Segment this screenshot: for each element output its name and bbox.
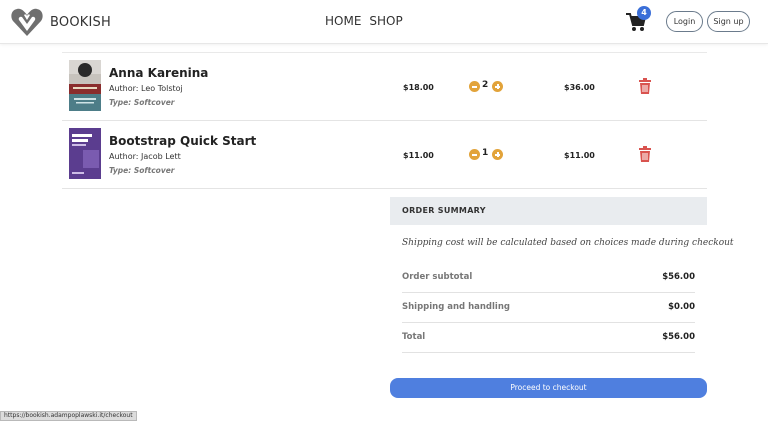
item-type: Type: Softcover xyxy=(109,166,175,175)
shipping-row: Shipping and handling $0.00 xyxy=(402,293,695,323)
main-nav: HOME SHOP xyxy=(325,14,403,28)
plus-circle-icon[interactable] xyxy=(492,81,503,92)
summary-value: $56.00 xyxy=(662,272,695,282)
top-navbar: BOOKISH HOME SHOP xyxy=(0,0,768,44)
shipping-note: Shipping cost will be calculated based o… xyxy=(402,238,734,248)
item-price: $11.00 xyxy=(403,151,434,160)
item-title[interactable]: Anna Karenina xyxy=(109,66,208,80)
plus-circle-icon[interactable] xyxy=(492,149,503,160)
login-button[interactable]: Login xyxy=(666,11,703,32)
cart-count-badge: 4 xyxy=(637,6,651,20)
trash-icon[interactable] xyxy=(638,146,652,162)
status-bar-url: https://bookish.adampoplawski.it/checkou… xyxy=(0,411,137,421)
minus-circle-icon[interactable] xyxy=(469,81,480,92)
summary-label: Order subtotal xyxy=(402,272,473,282)
item-total: $36.00 xyxy=(564,83,595,92)
book-cover-image xyxy=(69,60,101,111)
signup-button[interactable]: Sign up xyxy=(707,11,750,32)
total-row: Total $56.00 xyxy=(402,323,695,353)
brand-link[interactable]: BOOKISH xyxy=(11,7,111,37)
item-author: Author: Jacob Lett xyxy=(109,152,181,161)
trash-icon[interactable] xyxy=(638,78,652,94)
cart-item-row: Anna Karenina Author: Leo Tolstoj Type: … xyxy=(62,53,707,121)
book-cover-image xyxy=(69,128,101,179)
minus-circle-icon[interactable] xyxy=(469,149,480,160)
summary-value: $0.00 xyxy=(668,302,695,312)
brand-name: BOOKISH xyxy=(50,14,111,30)
item-type: Type: Softcover xyxy=(109,98,175,107)
quantity-value: 2 xyxy=(482,80,489,90)
cart-item-row: Bootstrap Quick Start Author: Jacob Lett… xyxy=(62,121,707,189)
nav-home-link[interactable]: HOME xyxy=(325,14,361,28)
summary-value: $56.00 xyxy=(662,332,695,342)
quantity-value: 1 xyxy=(482,148,489,158)
proceed-to-checkout-button[interactable]: Proceed to checkout xyxy=(390,378,707,398)
summary-label: Shipping and handling xyxy=(402,302,510,312)
item-title[interactable]: Bootstrap Quick Start xyxy=(109,134,256,148)
heart-logo-icon xyxy=(11,8,43,36)
summary-label: Total xyxy=(402,332,426,342)
item-total: $11.00 xyxy=(564,151,595,160)
nav-shop-link[interactable]: SHOP xyxy=(369,14,402,28)
item-author: Author: Leo Tolstoj xyxy=(109,84,183,93)
order-summary-heading: ORDER SUMMARY xyxy=(390,197,707,225)
item-price: $18.00 xyxy=(403,83,434,92)
order-subtotal-row: Order subtotal $56.00 xyxy=(402,263,695,293)
